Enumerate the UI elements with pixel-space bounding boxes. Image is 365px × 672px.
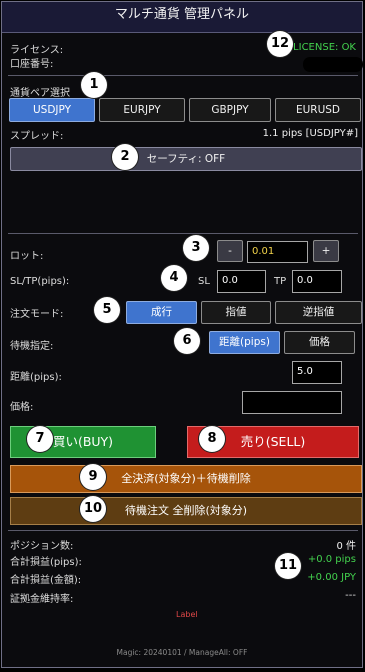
amount-value: +0.00 JPY xyxy=(307,572,356,583)
divider xyxy=(8,75,358,76)
pips-label: 合計損益(pips): xyxy=(10,557,82,568)
footer-text: Magic: 20240101 / ManageAll: OFF xyxy=(116,648,248,657)
distance-input[interactable]: 5.0 xyxy=(292,361,342,384)
positions-value: 0 件 xyxy=(336,541,356,552)
price-label: 価格: xyxy=(10,402,34,413)
annotation-badge: 1 xyxy=(81,72,107,98)
distance-label: 距離(pips): xyxy=(10,372,62,383)
divider xyxy=(8,233,358,234)
spread-label: スプレッド: xyxy=(10,131,64,142)
pending-price-button[interactable]: 価格 xyxy=(284,331,355,354)
pending-label: 待機指定: xyxy=(10,341,54,352)
lot-input[interactable]: 0.01 xyxy=(247,241,308,263)
label-text: Label xyxy=(176,610,198,619)
order-mode-limit-button[interactable]: 指値 xyxy=(201,301,271,324)
annotation-badge: 12 xyxy=(267,31,293,57)
annotation-badge: 4 xyxy=(161,265,187,291)
pair-button-eurusd[interactable]: EURUSD xyxy=(275,98,361,122)
annotation-badge: 5 xyxy=(94,297,120,323)
pair-button-eurjpy[interactable]: EURJPY xyxy=(99,98,185,122)
sl-label: SL xyxy=(198,276,210,287)
annotation-badge: 10 xyxy=(80,496,106,522)
divider xyxy=(8,530,358,531)
lot-plus-button[interactable]: + xyxy=(313,240,339,262)
pair-button-usdjpy[interactable]: USDJPY xyxy=(9,98,95,122)
price-input[interactable] xyxy=(242,391,342,414)
annotation-badge: 6 xyxy=(174,328,200,354)
annotation-badge: 11 xyxy=(275,553,301,579)
license-label: ライセンス: xyxy=(10,45,64,56)
sltp-label: SL/TP(pips): xyxy=(10,276,70,287)
order-mode-market-button[interactable]: 成行 xyxy=(126,301,197,324)
tp-input[interactable]: 0.0 xyxy=(292,270,342,293)
panel-title: マルチ通貨 管理パネル xyxy=(2,2,362,33)
amount-label: 合計損益(金額): xyxy=(10,575,82,586)
positions-label: ポジション数: xyxy=(10,541,74,552)
lot-label: ロット: xyxy=(10,251,44,262)
pair-button-gbpjpy[interactable]: GBPJPY xyxy=(189,98,271,122)
annotation-badge: 2 xyxy=(112,144,138,170)
delete-pending-button[interactable]: 待機注文 全削除(対象分) xyxy=(10,497,362,525)
annotation-badge: 3 xyxy=(183,235,209,261)
annotation-badge: 8 xyxy=(199,426,225,452)
margin-value: --- xyxy=(345,590,356,601)
safety-toggle-button[interactable]: セーフティ: OFF xyxy=(10,147,362,171)
account-label: 口座番号: xyxy=(10,59,54,70)
annotation-badge: 7 xyxy=(27,426,53,452)
pips-value: +0.0 pips xyxy=(307,554,356,565)
close-all-button[interactable]: 全決済(対象分)＋待機削除 xyxy=(10,465,362,493)
account-redacted xyxy=(303,57,363,72)
spread-value: 1.1 pips [USDJPY#] xyxy=(262,128,358,139)
lot-minus-button[interactable]: - xyxy=(217,240,243,262)
annotation-badge: 9 xyxy=(80,464,106,490)
order-mode-label: 注文モード: xyxy=(10,309,64,320)
license-status: LICENSE: OK xyxy=(293,42,356,53)
margin-label: 証拠金維持率: xyxy=(10,594,74,605)
pending-distance-button[interactable]: 距離(pips) xyxy=(209,331,280,354)
tp-label: TP xyxy=(274,276,287,287)
order-mode-stop-button[interactable]: 逆指値 xyxy=(275,301,362,324)
pair-select-label: 通貨ペア選択 xyxy=(10,88,70,99)
sl-input[interactable]: 0.0 xyxy=(217,270,266,293)
